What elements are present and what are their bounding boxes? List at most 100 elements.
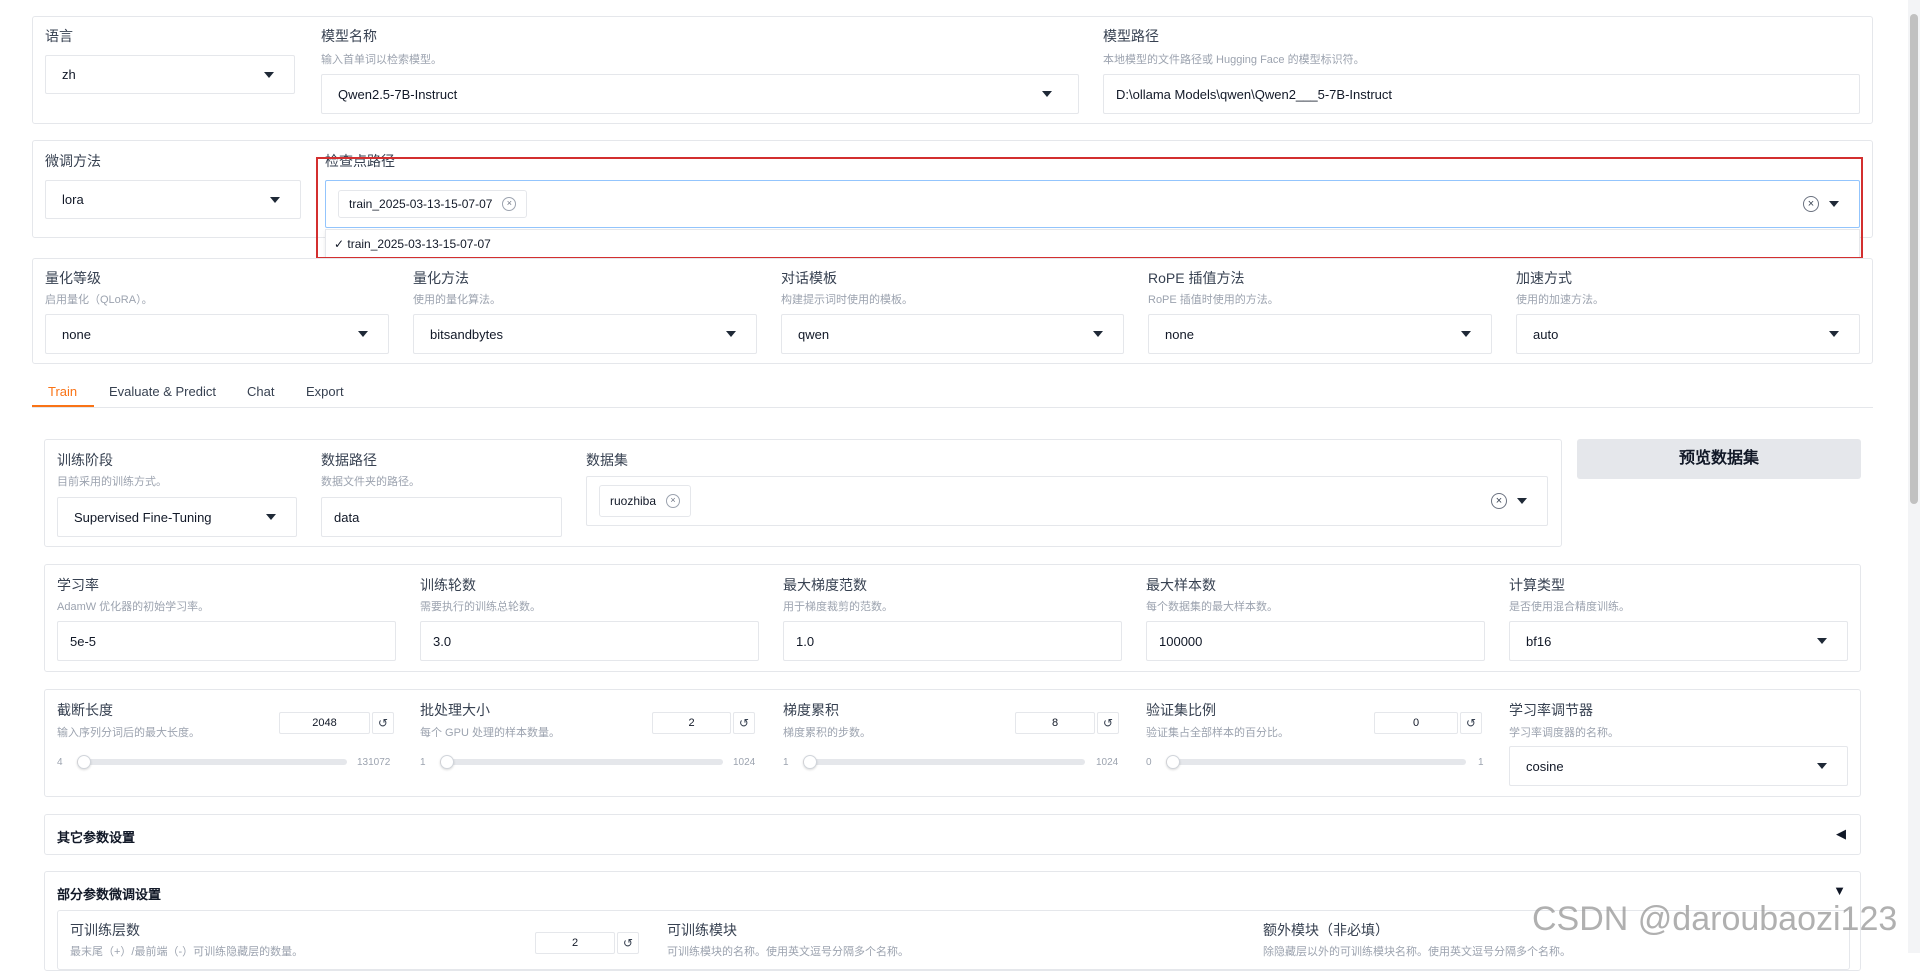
dataset-chip-label: ruozhiba <box>610 494 657 508</box>
clear-icon[interactable]: × <box>1491 493 1507 509</box>
template-select[interactable]: qwen <box>781 314 1124 354</box>
partial-params-label[interactable]: 部分参数微调设置 <box>57 884 161 903</box>
val-label: 验证集比例 <box>1146 702 1216 718</box>
stage-label: 训练阶段 <box>57 452 113 468</box>
scheduler-label: 学习率调节器 <box>1509 702 1593 718</box>
val-number-value: 0 <box>1412 717 1420 729</box>
cutoff-number-value: 2048 <box>312 717 337 729</box>
batch-slider[interactable] <box>440 755 723 769</box>
watermark: CSDN @daroubaozi123 <box>1532 900 1898 938</box>
max-samples-input[interactable]: 100000 <box>1146 621 1485 661</box>
grad-acc-number-input[interactable]: 8 <box>1015 712 1095 734</box>
template-label: 对话模板 <box>781 270 837 286</box>
grad-acc-slider-thumb[interactable] <box>803 755 817 769</box>
model-name-select[interactable]: Qwen2.5-7B-Instruct <box>321 74 1079 114</box>
grad-acc-slider[interactable] <box>803 755 1085 769</box>
language-select[interactable]: zh <box>45 55 295 94</box>
layers-reset-icon[interactable]: ↺ <box>617 932 639 954</box>
accel-value: auto <box>1533 326 1559 342</box>
batch-number-value: 2 <box>688 717 695 729</box>
dataset-select[interactable]: ruozhiba × × <box>586 476 1548 526</box>
rope-select[interactable]: none <box>1148 314 1492 354</box>
language-value: zh <box>62 67 76 82</box>
val-slider-thumb[interactable] <box>1166 755 1180 769</box>
stage-select[interactable]: Supervised Fine-Tuning <box>57 497 297 537</box>
batch-number-input[interactable]: 2 <box>652 712 731 734</box>
template-hint: 构建提示词时使用的模板。 <box>781 294 913 306</box>
tab-train[interactable]: Train <box>48 384 77 399</box>
cutoff-reset-icon[interactable]: ↺ <box>372 712 394 734</box>
max-grad-label: 最大梯度范数 <box>783 577 867 593</box>
remove-chip-icon[interactable]: × <box>666 494 681 508</box>
grad-acc-number-value: 8 <box>1051 717 1059 729</box>
grad-acc-label: 梯度累积 <box>783 702 839 718</box>
chevron-down-icon <box>1817 638 1827 644</box>
model-path-label: 模型路径 <box>1103 28 1159 44</box>
epochs-hint: 需要执行的训练总轮数。 <box>420 601 541 613</box>
chevron-down-icon <box>270 196 280 203</box>
quant-method-value: bitsandbytes <box>430 326 503 342</box>
batch-slider-thumb[interactable] <box>440 755 454 769</box>
grad-acc-max: 1024 <box>1096 757 1119 768</box>
data-dir-value: data <box>334 509 360 525</box>
batch-min: 1 <box>420 757 426 768</box>
language-label: 语言 <box>45 28 73 44</box>
cutoff-slider-thumb[interactable] <box>77 755 91 769</box>
batch-reset-icon[interactable]: ↺ <box>733 712 755 734</box>
data-dir-input[interactable]: data <box>321 497 562 537</box>
tab-export[interactable]: Export <box>306 384 344 399</box>
tab-chat[interactable]: Chat <box>247 384 274 399</box>
accel-select[interactable]: auto <box>1516 314 1860 354</box>
epochs-input[interactable]: 3.0 <box>420 621 759 661</box>
finetune-method-select[interactable]: lora <box>45 180 301 219</box>
modules-hint: 可训练模块的名称。使用英文逗号分隔多个名称。 <box>667 946 909 958</box>
model-path-input[interactable]: D:\ollama Models\qwen\Qwen2___5-7B-Instr… <box>1103 74 1860 114</box>
quant-method-select[interactable]: bitsandbytes <box>413 314 757 354</box>
cutoff-hint: 输入序列分词后的最大长度。 <box>57 727 200 739</box>
cutoff-number-input[interactable]: 2048 <box>279 712 370 734</box>
layers-number-value: 2 <box>571 937 579 949</box>
preview-dataset-button[interactable]: 预览数据集 <box>1577 439 1861 479</box>
lr-input[interactable]: 5e-5 <box>57 621 396 661</box>
val-slider[interactable] <box>1166 755 1466 769</box>
tab-train-underline <box>32 405 94 407</box>
val-reset-icon[interactable]: ↺ <box>1460 712 1482 734</box>
layers-number-input[interactable]: 2 <box>535 932 615 954</box>
other-params-accordion[interactable]: 其它参数设置 ◀ <box>44 814 1861 855</box>
layers-hint: 最末尾（+）/最前端（-）可训练隐藏层的数量。 <box>70 946 304 958</box>
rope-value: none <box>1165 326 1194 342</box>
rope-hint: RoPE 插值时使用的方法。 <box>1148 294 1279 306</box>
scheduler-hint: 学习率调度器的名称。 <box>1509 727 1619 739</box>
dataset-chip[interactable]: ruozhiba × <box>599 485 692 517</box>
scheduler-value: cosine <box>1526 758 1564 774</box>
val-number-input[interactable]: 0 <box>1374 712 1458 734</box>
highlight-box <box>316 157 1863 259</box>
expand-down-icon[interactable]: ▼ <box>1833 883 1846 898</box>
quant-level-hint: 启用量化（QLoRA）。 <box>45 294 153 306</box>
extra-modules-hint: 除隐藏层以外的可训练模块名称。使用英文逗号分隔多个名称。 <box>1263 946 1571 958</box>
stage-hint: 目前采用的训练方式。 <box>57 476 167 488</box>
grad-acc-reset-icon[interactable]: ↺ <box>1097 712 1119 734</box>
chevron-down-icon[interactable] <box>1517 498 1527 504</box>
page-scrollbar[interactable] <box>1908 0 1920 953</box>
max-grad-input[interactable]: 1.0 <box>783 621 1122 661</box>
extra-modules-label: 额外模块（非必填） <box>1263 922 1389 938</box>
quant-method-label: 量化方法 <box>413 270 469 286</box>
lr-value: 5e-5 <box>70 633 97 649</box>
scheduler-select[interactable]: cosine <box>1509 746 1848 786</box>
tab-bar <box>32 407 1873 408</box>
scrollbar-thumb[interactable] <box>1910 14 1918 504</box>
quant-level-select[interactable]: none <box>45 314 389 354</box>
tab-evaluate[interactable]: Evaluate & Predict <box>109 384 216 399</box>
cutoff-slider[interactable] <box>77 755 347 769</box>
chevron-down-icon <box>1093 331 1103 337</box>
other-params-label: 其它参数设置 <box>57 830 136 845</box>
compute-label: 计算类型 <box>1509 577 1565 593</box>
compute-select[interactable]: bf16 <box>1509 621 1848 661</box>
quant-level-value: none <box>62 326 91 342</box>
chevron-down-icon <box>1817 763 1827 769</box>
grad-acc-hint: 梯度累积的步数。 <box>783 727 871 739</box>
compute-value: bf16 <box>1526 633 1552 649</box>
chevron-down-icon <box>266 514 276 520</box>
batch-label: 批处理大小 <box>420 702 490 718</box>
